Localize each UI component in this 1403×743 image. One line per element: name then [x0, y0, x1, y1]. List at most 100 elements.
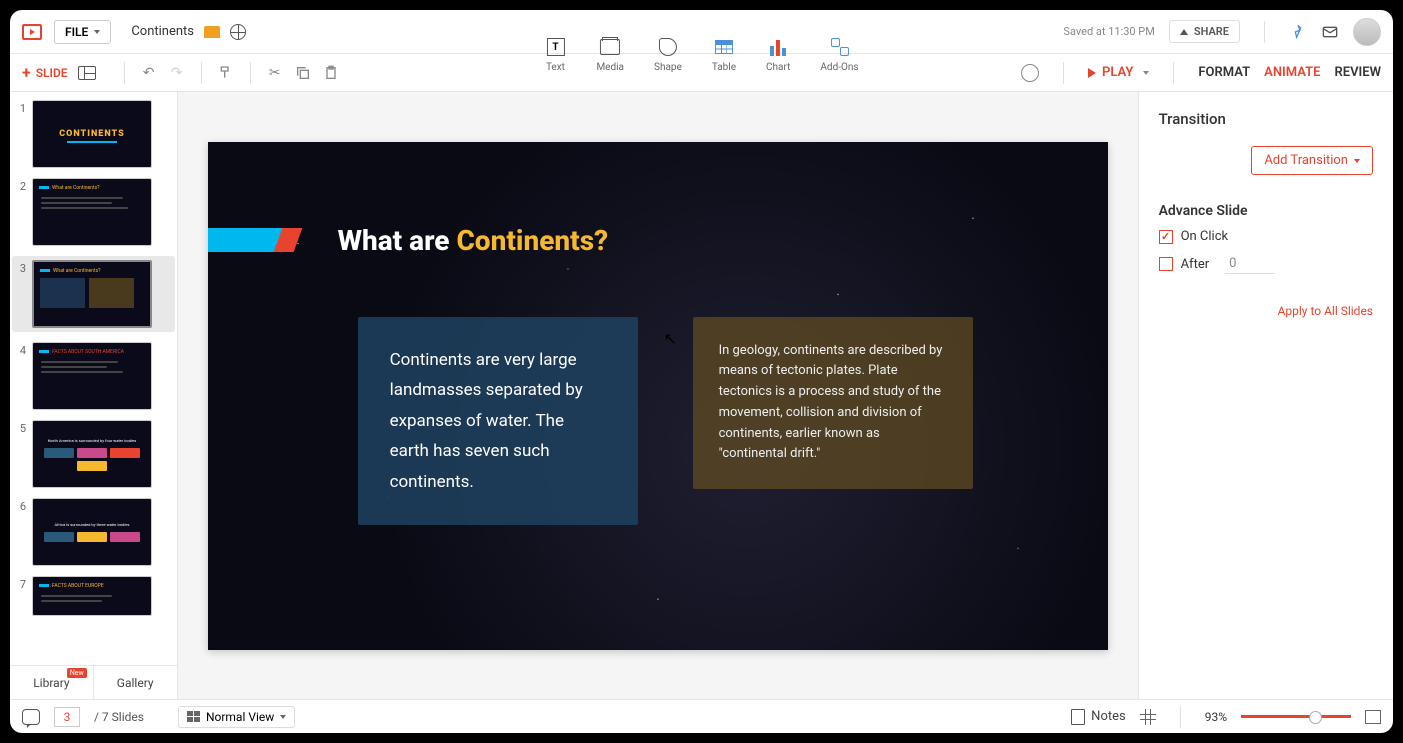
format-painter-icon[interactable] [217, 64, 235, 82]
slide-title[interactable]: What are Continents? [338, 224, 609, 257]
app-logo-icon[interactable] [22, 24, 42, 40]
current-slide-input[interactable] [54, 707, 80, 727]
thumbnail-list[interactable]: 1 CONTINENTS 2 What are Continents? 3 Wh… [10, 92, 177, 665]
insert-text-button[interactable]: T Text [544, 36, 566, 73]
thumbnail-6[interactable]: 6 Africa is surrounded by three water bo… [16, 498, 171, 566]
thumbnail-3[interactable]: 3 What are Continents? [12, 256, 175, 332]
new-badge: New [67, 668, 87, 678]
tab-format[interactable]: FORMAT [1198, 61, 1250, 84]
view-grid-icon [187, 711, 200, 722]
canvas-area[interactable]: What are Continents? Continents are very… [178, 92, 1138, 699]
layout-icon[interactable] [78, 66, 96, 80]
insert-chart-button[interactable]: Chart [766, 36, 790, 73]
after-option[interactable]: After [1159, 254, 1373, 274]
add-transition-button[interactable]: Add Transition [1251, 146, 1373, 175]
brush-icon[interactable] [1289, 24, 1307, 40]
background-stars [208, 142, 1108, 650]
slide-canvas[interactable]: What are Continents? Continents are very… [208, 142, 1108, 650]
panel-tabs: Library New Gallery [10, 665, 177, 699]
folder-icon[interactable] [204, 26, 220, 38]
notes-label: Notes [1091, 709, 1126, 724]
cut-icon[interactable]: ✂ [266, 64, 284, 82]
play-label: PLAY [1102, 65, 1133, 80]
slide-header: What are Continents? [208, 224, 609, 257]
on-click-checkbox[interactable] [1159, 230, 1173, 244]
table-icon [715, 40, 733, 54]
view-selector[interactable]: Normal View [178, 706, 295, 728]
app-window: FILE Continents Saved at 11:30 PM SHARE … [10, 10, 1393, 733]
zoom-slider[interactable] [1241, 715, 1351, 718]
grid-toggle-icon[interactable] [1140, 709, 1156, 725]
content-box-left[interactable]: Continents are very large landmasses sep… [358, 317, 638, 526]
thumbnail-4[interactable]: 4 FACTS ABOUT SOUTH AMERICA [16, 342, 171, 410]
content-box-right[interactable]: In geology, continents are described by … [693, 317, 973, 490]
fit-screen-icon[interactable] [1365, 710, 1381, 724]
notes-icon [1071, 709, 1085, 725]
after-input[interactable] [1225, 254, 1275, 274]
media-icon [600, 39, 620, 55]
document-title[interactable]: Continents [131, 24, 194, 39]
text-label: Text [546, 62, 565, 73]
thumb-number: 2 [16, 178, 26, 246]
shape-icon [659, 38, 677, 56]
gallery-tab[interactable]: Gallery [94, 666, 177, 699]
text-icon: T [546, 38, 564, 56]
globe-icon[interactable] [230, 24, 246, 40]
transition-heading: Transition [1159, 110, 1373, 128]
table-label: Table [712, 62, 736, 73]
on-click-option[interactable]: On Click [1159, 229, 1373, 244]
separator [124, 62, 125, 84]
share-button[interactable]: SHARE [1169, 20, 1240, 43]
thumb-number: 3 [16, 260, 26, 328]
library-tab[interactable]: Library New [10, 666, 94, 699]
separator [250, 62, 251, 84]
thumbnail-5[interactable]: 5 North America is surrounded by four wa… [16, 420, 171, 488]
share-icon [1180, 29, 1188, 35]
insert-table-button[interactable]: Table [712, 36, 736, 73]
after-checkbox[interactable] [1159, 257, 1173, 271]
notes-button[interactable]: Notes [1071, 709, 1126, 725]
comments-icon[interactable] [22, 709, 40, 725]
play-icon [1088, 68, 1096, 78]
addons-icon [830, 38, 848, 56]
thumb-number: 4 [16, 342, 26, 410]
after-label: After [1181, 257, 1210, 272]
thumb-number: 7 [16, 576, 26, 616]
thumb-number: 5 [16, 420, 26, 488]
apply-all-link[interactable]: Apply to All Slides [1159, 304, 1373, 318]
toolbar: + SLIDE ↶ ↷ ✂ T Text Media [10, 54, 1393, 92]
insert-addons-button[interactable]: Add-Ons [820, 36, 858, 73]
insert-media-button[interactable]: Media [596, 36, 624, 73]
accent-bar [208, 228, 283, 252]
tab-review[interactable]: REVIEW [1334, 61, 1381, 84]
separator [1063, 62, 1064, 84]
copy-icon[interactable] [294, 64, 312, 82]
right-panel: Transition Add Transition Advance Slide … [1138, 92, 1393, 699]
separator [1180, 706, 1181, 728]
thumb-number: 1 [16, 100, 26, 168]
separator [1173, 62, 1174, 84]
chart-label: Chart [766, 62, 790, 73]
title-prefix: What are [338, 224, 457, 257]
undo-icon[interactable]: ↶ [140, 64, 158, 82]
tab-animate[interactable]: ANIMATE [1264, 61, 1320, 84]
play-button[interactable]: PLAY [1088, 65, 1149, 80]
insert-tools: T Text Media Shape Table Chart Add-On [544, 36, 858, 73]
paste-icon[interactable] [322, 64, 340, 82]
envelope-icon[interactable] [1321, 24, 1339, 40]
new-slide-button[interactable]: + SLIDE [22, 63, 68, 82]
file-menu-button[interactable]: FILE [54, 20, 111, 44]
thumbnail-1[interactable]: 1 CONTINENTS [16, 100, 171, 168]
saved-status: Saved at 11:30 PM [1063, 25, 1154, 38]
redo-icon[interactable]: ↷ [168, 64, 186, 82]
thumbnail-2[interactable]: 2 What are Continents? [16, 178, 171, 246]
insert-shape-button[interactable]: Shape [654, 36, 682, 73]
separator [1264, 21, 1265, 43]
settings-icon[interactable] [1021, 64, 1039, 82]
title-highlight: Continents? [456, 224, 608, 257]
thumbnail-7[interactable]: 7 FACTS ABOUT EUROPE [16, 576, 171, 616]
library-label: Library [33, 676, 69, 690]
separator [201, 62, 202, 84]
user-avatar[interactable] [1353, 18, 1381, 46]
statusbar: / 7 Slides Normal View Notes 93% [10, 699, 1393, 733]
